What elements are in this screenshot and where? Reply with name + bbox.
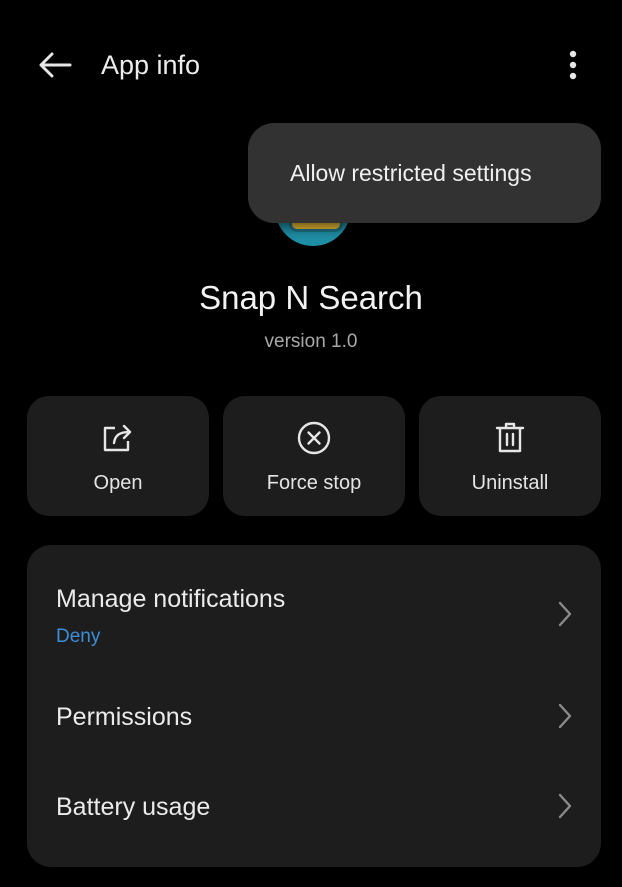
overflow-menu-popup: Allow restricted settings (248, 123, 601, 223)
permissions-row[interactable]: Permissions (27, 675, 601, 759)
uninstall-button[interactable]: Uninstall (419, 396, 601, 516)
allow-restricted-settings-menu-item[interactable]: Allow restricted settings (290, 160, 532, 187)
app-version: version 1.0 (264, 331, 358, 352)
battery-usage-row[interactable]: Battery usage (27, 767, 601, 851)
force-stop-button[interactable]: Force stop (223, 396, 405, 516)
force-stop-button-label: Force stop (266, 472, 362, 494)
open-button-label: Open (93, 472, 143, 494)
open-external-icon (103, 424, 132, 452)
action-buttons: Open Force stop Uninstall (27, 396, 601, 516)
app-name: Snap N Search (199, 279, 423, 316)
trash-icon (495, 422, 525, 453)
top-app-bar: App info (0, 0, 622, 130)
chevron-right-icon (558, 601, 572, 627)
back-button[interactable] (30, 45, 80, 85)
chevron-right-icon (558, 703, 572, 729)
more-options-button[interactable] (552, 44, 594, 86)
battery-usage-title: Battery usage (56, 793, 211, 821)
page-title: App info (101, 50, 201, 80)
permissions-title: Permissions (56, 703, 193, 731)
more-vert-icon (569, 50, 577, 80)
stop-circle-icon (297, 421, 331, 455)
uninstall-button-label: Uninstall (471, 472, 549, 494)
settings-list: Manage notifications Deny Permissions Ba… (27, 545, 601, 867)
notifications-status: Deny (56, 626, 101, 647)
chevron-right-icon (558, 793, 572, 819)
open-button[interactable]: Open (27, 396, 209, 516)
arrow-left-icon (39, 52, 72, 78)
manage-notifications-row[interactable]: Manage notifications Deny (27, 545, 601, 667)
manage-notifications-title: Manage notifications (56, 585, 286, 613)
